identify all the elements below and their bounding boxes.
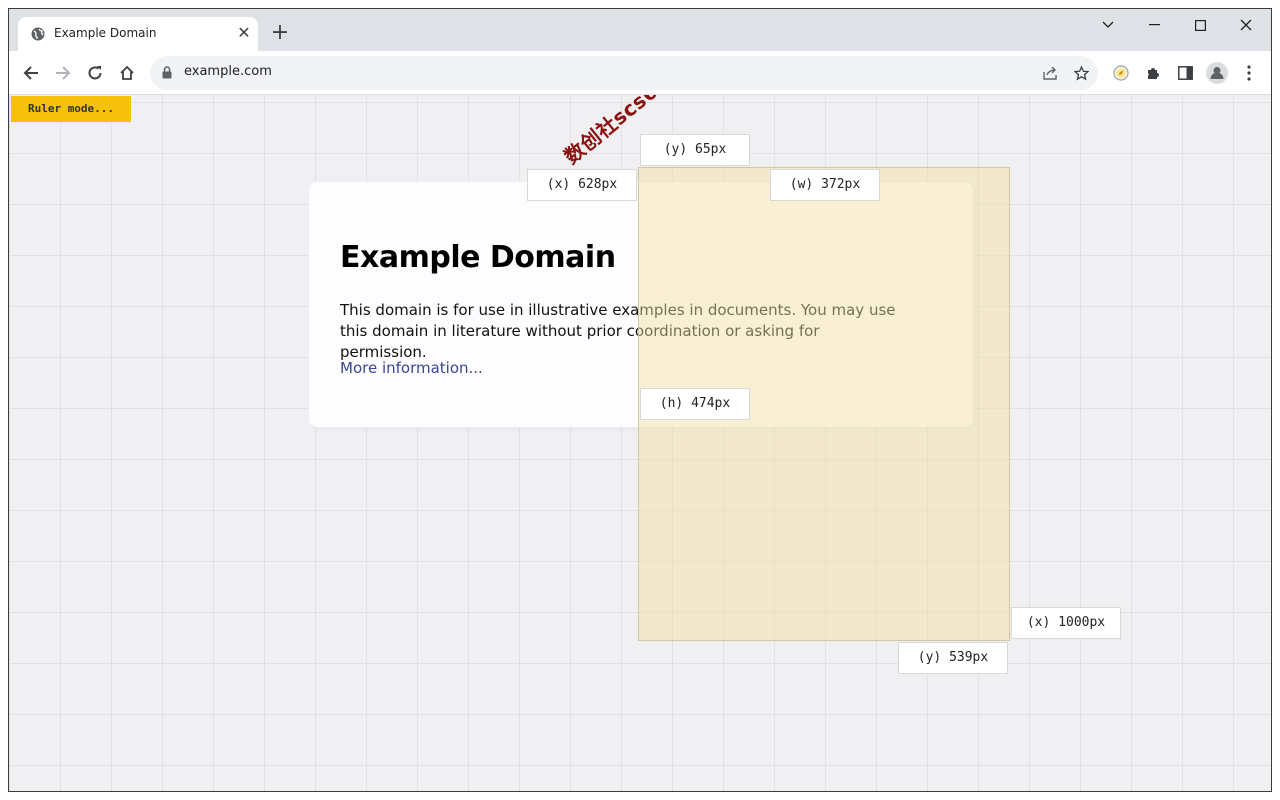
measure-tag-left-x: (x) 628px [527, 169, 637, 201]
measure-tag-bottom-y: (y) 539px [898, 642, 1008, 674]
url-text: example.com [184, 64, 272, 79]
home-icon[interactable] [113, 59, 141, 87]
measure-tag-top-y: (y) 65px [640, 134, 750, 166]
browser-window: Example Domain ✕ + example.com Ruler mod… [8, 8, 1272, 792]
close-icon[interactable] [1223, 9, 1269, 41]
globe-icon [31, 27, 45, 41]
back-arrow-icon[interactable] [17, 59, 45, 87]
tab-strip: Example Domain ✕ + [9, 9, 1271, 51]
measure-tag-right-x: (x) 1000px [1011, 607, 1121, 639]
ruler-mode-badge[interactable]: Ruler mode... [11, 96, 131, 122]
minimize-icon[interactable] [1131, 9, 1177, 41]
bookmark-star-icon[interactable] [1067, 59, 1095, 87]
share-icon[interactable] [1036, 59, 1064, 87]
tab-example-domain[interactable]: Example Domain ✕ [18, 17, 258, 51]
chevron-down-icon[interactable] [1085, 9, 1131, 41]
tab-close-icon[interactable]: ✕ [234, 23, 254, 43]
side-panel-icon[interactable] [1171, 59, 1199, 87]
page-title: Example Domain [340, 240, 616, 275]
reload-icon[interactable] [81, 59, 109, 87]
more-information-link[interactable]: More information... [340, 359, 483, 377]
measure-tag-height: (h) 474px [640, 388, 750, 420]
maximize-icon[interactable] [1177, 9, 1223, 41]
tab-title: Example Domain [54, 26, 157, 40]
forward-arrow-icon[interactable] [49, 59, 77, 87]
profile-avatar-icon[interactable] [1203, 59, 1231, 87]
browser-toolbar: example.com [9, 51, 1271, 95]
lock-icon [162, 66, 172, 79]
menu-kebab-icon[interactable] [1235, 59, 1263, 87]
address-bar[interactable]: example.com [150, 56, 1098, 90]
extensions-puzzle-icon[interactable] [1139, 59, 1167, 87]
page-viewport[interactable]: Ruler mode... Example Domain This domain… [9, 95, 1271, 791]
measure-tag-width: (w) 372px [770, 169, 880, 201]
new-tab-button[interactable]: + [267, 21, 293, 47]
compass-extension-icon[interactable] [1107, 59, 1135, 87]
